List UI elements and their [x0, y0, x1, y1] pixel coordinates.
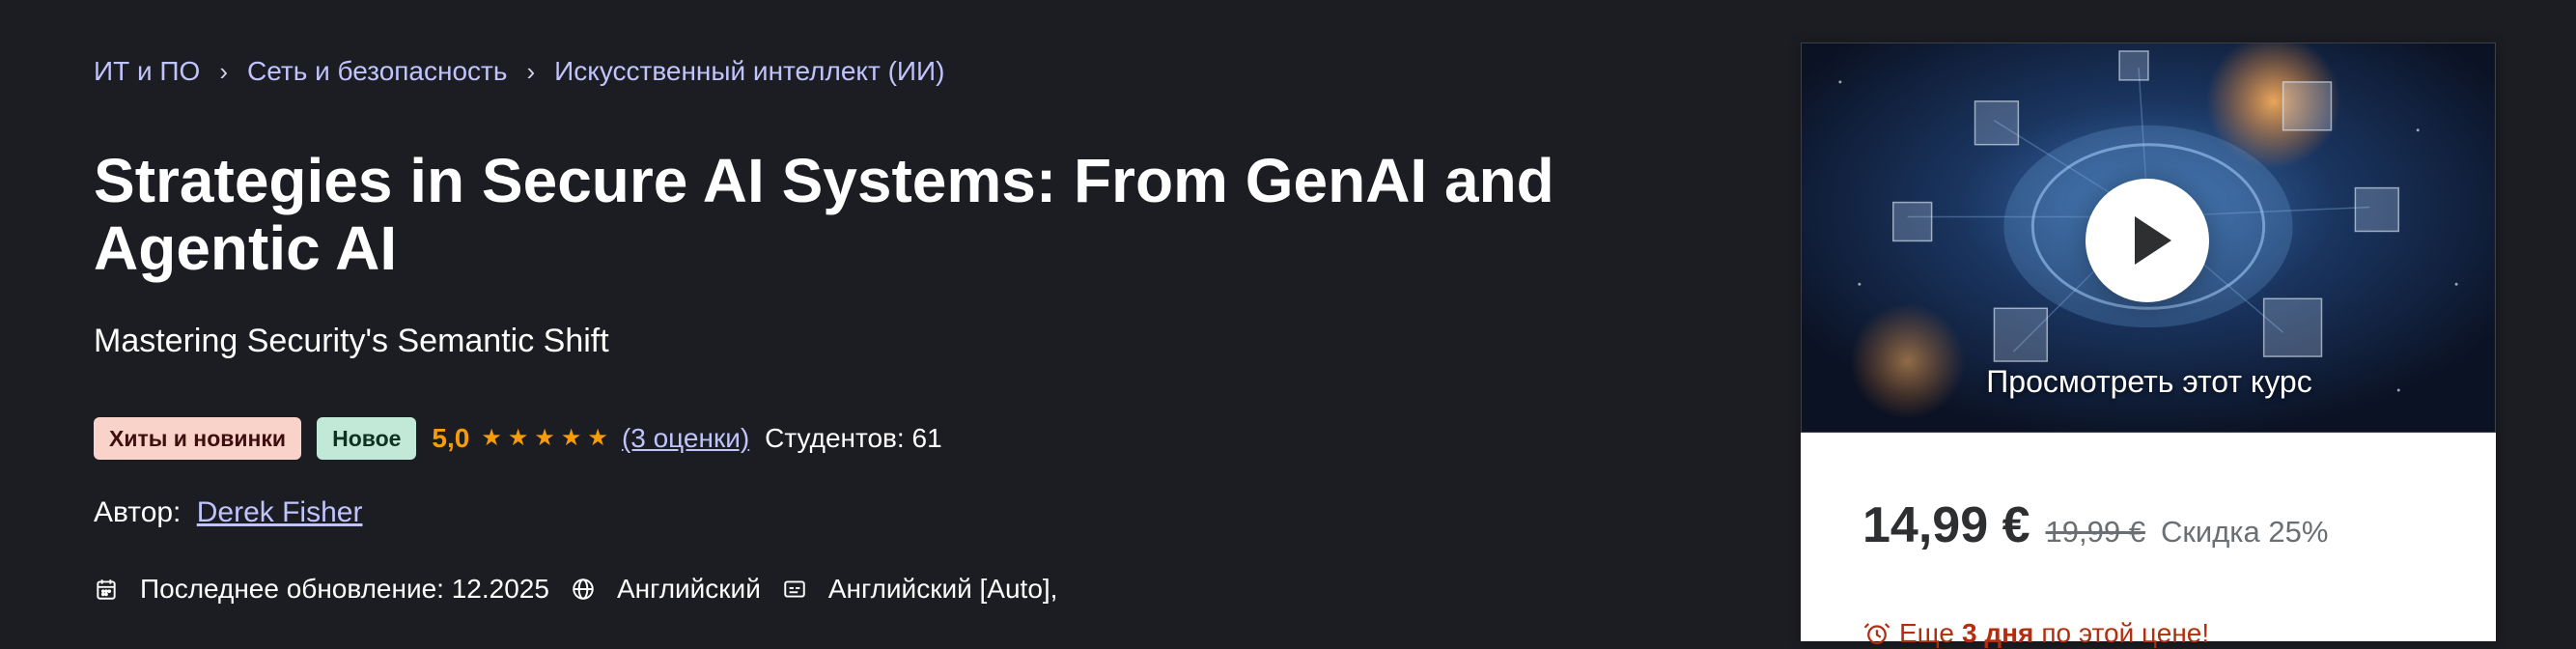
course-language: Английский [571, 574, 761, 605]
rating-stars: ★ ★ ★ ★ ★ [481, 427, 608, 450]
globe-icon [571, 577, 596, 602]
preview-label: Просмотреть этот курс [1986, 364, 2312, 399]
new-badge: Новое [317, 417, 417, 460]
course-language-text: Английский [616, 574, 761, 604]
breadcrumb-item-it-software[interactable]: ИТ и ПО [94, 56, 200, 87]
students-count: Студентов: 61 [765, 423, 942, 453]
chevron-right-icon: › [219, 56, 229, 86]
star-icon: ★ [587, 425, 608, 451]
bestseller-badge: Хиты и новинки [94, 417, 302, 460]
star-icon: ★ [534, 425, 555, 451]
original-price: 19,99 € [2045, 515, 2145, 549]
discount-percent: Скидка 25% [2160, 515, 2329, 549]
current-price: 14,99 € [1862, 497, 2030, 553]
course-details: Последнее обновление: 12.2025 Английский [94, 574, 1078, 605]
closed-captions-icon [782, 577, 807, 602]
timer-prefix: Еще [1899, 618, 1954, 648]
play-icon [2135, 216, 2171, 265]
price-row: 14,99 € 19,99 € Скидка 25% [1862, 496, 2328, 554]
course-title: Strategies in Secure AI Systems: From Ge… [94, 146, 1554, 283]
course-meta: Хиты и новинки Новое 5,0 ★ ★ ★ ★ ★ (3 оц… [94, 417, 942, 460]
star-icon: ★ [560, 425, 582, 451]
rating-value: 5,0 [432, 423, 470, 453]
chevron-right-icon: › [526, 56, 536, 86]
course-preview[interactable]: Просмотреть этот курс [1801, 42, 2496, 433]
star-icon: ★ [481, 425, 502, 451]
course-captions-text: Английский [Auto], [827, 574, 1058, 604]
last-updated-text: Последнее обновление: 12.2025 [140, 574, 549, 604]
purchase-card: Просмотреть этот курс 14,99 € 19,99 € Ск… [1801, 42, 2496, 648]
play-button[interactable] [2086, 179, 2209, 302]
calendar-icon [94, 577, 119, 602]
course-hero: ИТ и ПО › Сеть и безопасность › Искусств… [0, 0, 2576, 648]
course-subtitle: Mastering Security's Semantic Shift [94, 323, 609, 359]
last-updated: Последнее обновление: 12.2025 [94, 574, 549, 605]
alarm-clock-icon [1863, 623, 1890, 645]
author-row: Автор: Derek Fisher [94, 496, 362, 529]
course-captions: Английский [Auto], [782, 574, 1058, 605]
breadcrumb: ИТ и ПО › Сеть и безопасность › Искусств… [94, 56, 945, 87]
rating-count-link[interactable]: (3 оценки) [622, 423, 749, 454]
author-link[interactable]: Derek Fisher [197, 496, 363, 528]
breadcrumb-item-network-security[interactable]: Сеть и безопасность [247, 56, 507, 87]
sale-timer: Еще 3 дня по этой цене! [1862, 618, 2209, 649]
timer-suffix: по этой цене! [2041, 618, 2210, 648]
author-label: Автор: [94, 496, 182, 528]
breadcrumb-item-ai[interactable]: Искусственный интеллект (ИИ) [554, 56, 944, 87]
timer-days: 3 дня [1961, 618, 2034, 648]
star-icon: ★ [507, 425, 529, 451]
